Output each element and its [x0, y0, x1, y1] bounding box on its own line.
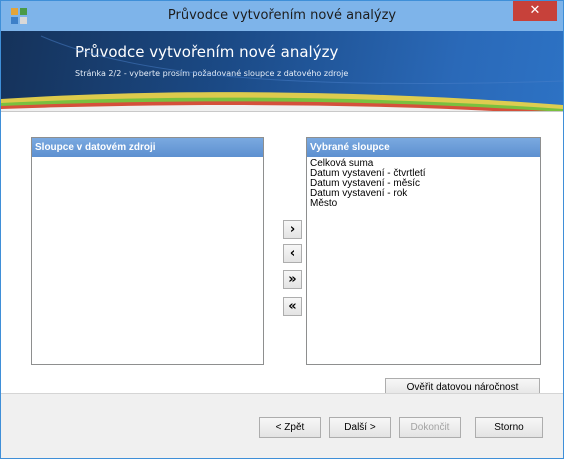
back-button[interactable]: < Zpět — [259, 417, 321, 438]
list-item[interactable]: Město — [310, 199, 537, 209]
chevron-left-icon: ‹ — [289, 246, 296, 261]
title-bar[interactable]: Průvodce vytvořením nové analýzy ✕ — [1, 1, 563, 31]
window-title: Průvodce vytvořením nové analýzy — [167, 8, 397, 23]
content-area: Sloupce v datovém zdroji › ‹ » « Vybrané… — [1, 111, 563, 398]
remove-all-columns-button[interactable]: « — [283, 297, 302, 316]
finish-button[interactable]: Dokončit — [399, 417, 461, 438]
cancel-button[interactable]: Storno — [475, 417, 543, 438]
header-banner: Průvodce vytvořením nové analýzy Stránka… — [1, 31, 563, 111]
chevron-right-icon: › — [289, 222, 296, 237]
double-chevron-left-icon: « — [288, 299, 297, 314]
selected-columns-panel: Vybrané sloupce Celková suma Datum vysta… — [306, 137, 541, 365]
add-column-button[interactable]: › — [283, 220, 302, 239]
next-button[interactable]: Další > — [329, 417, 391, 438]
source-columns-header: Sloupce v datovém zdroji — [32, 138, 263, 157]
list-item[interactable]: Datum vystavení - rok — [310, 189, 537, 199]
selected-columns-header: Vybrané sloupce — [307, 138, 540, 157]
remove-column-button[interactable]: ‹ — [283, 244, 302, 263]
wizard-window: Průvodce vytvořením nové analýzy ✕ Průvo… — [0, 0, 564, 459]
source-columns-panel: Sloupce v datovém zdroji — [31, 137, 264, 365]
close-icon: ✕ — [529, 3, 541, 18]
double-chevron-right-icon: » — [288, 272, 297, 287]
add-all-columns-button[interactable]: » — [283, 270, 302, 289]
banner-subtitle: Stránka 2/2 - vyberte prosím požadované … — [75, 69, 349, 78]
source-columns-list[interactable] — [32, 157, 263, 161]
banner-title: Průvodce vytvořením nové analýzy — [75, 43, 339, 61]
close-button[interactable]: ✕ — [513, 1, 557, 21]
selected-columns-list[interactable]: Celková suma Datum vystavení - čtvrtletí… — [307, 157, 540, 211]
wizard-footer: < Zpět Další > Dokončit Storno — [1, 393, 563, 458]
